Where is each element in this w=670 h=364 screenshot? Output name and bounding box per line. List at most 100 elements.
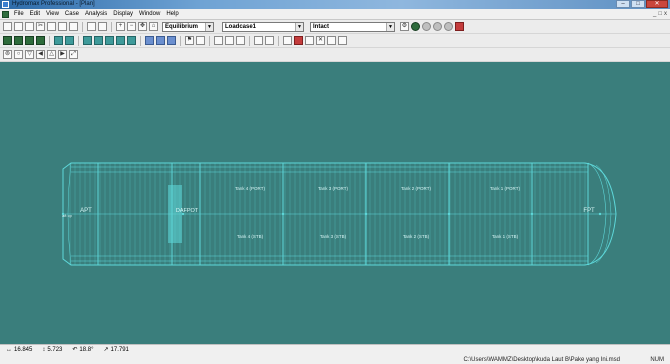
analysis-type-select[interactable]: Equilibrium ▼ (162, 21, 214, 32)
chevron-down-icon: ▼ (295, 22, 303, 31)
compartment-label: DAFPOT (176, 208, 199, 214)
rotate-icon: ↶ (72, 347, 78, 353)
limiting-kg-icon[interactable] (116, 36, 125, 45)
document-icon[interactable] (2, 11, 9, 18)
table-icon[interactable] (98, 22, 107, 31)
mdi-close-button[interactable]: x (664, 10, 667, 19)
save-icon[interactable] (25, 22, 34, 31)
highlighted-compartment (168, 185, 182, 243)
menu-edit[interactable]: Edit (27, 9, 43, 20)
tank-icon[interactable] (455, 22, 464, 31)
tank-stbd-label: Tank 2 (STB) (403, 234, 430, 239)
tank-stbd-label: Tank 3 (STB) (320, 234, 347, 239)
longitudinal-strength-icon[interactable] (156, 36, 165, 45)
criteria-window-icon[interactable] (36, 36, 45, 45)
left-arrow-icon[interactable]: ◀ (36, 50, 45, 59)
menu-help[interactable]: Help (163, 9, 181, 20)
copy-icon[interactable] (47, 22, 56, 31)
menu-display[interactable]: Display (110, 9, 136, 20)
perspective-view-icon[interactable] (254, 36, 263, 45)
menu-bar: File Edit View Case Analysis Display Win… (0, 9, 670, 20)
hydrostatics-icon[interactable] (54, 36, 63, 45)
paste-icon[interactable] (58, 22, 67, 31)
coord-x-value: 16.845 (14, 347, 33, 353)
maximize-button[interactable]: □ (631, 0, 645, 8)
flag-icon[interactable]: ⚑ (185, 36, 194, 45)
equilibrium-icon[interactable] (94, 36, 103, 45)
toolbar-standard: ✂ + − ✥ ⌂ Equilibrium ▼ Loadcase1 ▼ Inta… (0, 20, 670, 34)
mdi-controls: _ □ x (653, 10, 667, 19)
home-view-icon[interactable]: ⌂ (149, 22, 158, 31)
cross-curves-icon[interactable] (65, 36, 74, 45)
aft-marker-label: aft cp (62, 213, 73, 218)
print-icon[interactable] (69, 22, 78, 31)
menu-view[interactable]: View (43, 9, 62, 20)
report-icon[interactable] (196, 36, 205, 45)
floodable-length-icon[interactable] (127, 36, 136, 45)
toolbar-separator (209, 35, 210, 46)
open-folder-icon[interactable] (14, 22, 23, 31)
kn-values-icon[interactable] (105, 36, 114, 45)
settings-icon[interactable]: ⚙ (400, 22, 409, 31)
measure-tool-icon[interactable]: ⤢ (69, 50, 78, 59)
reset-analysis-icon[interactable] (444, 22, 453, 31)
pause-analysis-icon[interactable] (422, 22, 431, 31)
plan-view-icon[interactable] (214, 36, 223, 45)
select-tool-icon[interactable]: ⊚ (3, 50, 12, 59)
grid-icon[interactable] (87, 22, 96, 31)
cut-icon[interactable]: ✂ (36, 22, 45, 31)
circle-tool-icon[interactable]: ○ (14, 50, 23, 59)
probabilistic-damage-icon[interactable] (167, 36, 176, 45)
menu-window[interactable]: Window (136, 9, 163, 20)
mdi-minimize-button[interactable]: _ (653, 10, 656, 19)
zoom-in-icon[interactable]: + (116, 22, 125, 31)
damage-case-select[interactable]: Intact ▼ (310, 21, 395, 32)
toolbar-separator (111, 21, 112, 32)
window-list-icon[interactable] (338, 36, 347, 45)
plan-view-canvas[interactable]: APT FPT aft cp DAFPOT Tank 4 (PORT) Tank 4 (S… (0, 62, 670, 344)
zoom-out-icon[interactable]: − (127, 22, 136, 31)
close-button[interactable]: ✕ (646, 0, 668, 8)
tank-port-label: Tank 2 (PORT) (401, 186, 431, 191)
minimize-button[interactable]: – (616, 0, 630, 8)
large-angle-icon[interactable] (83, 36, 92, 45)
loadcase-select[interactable]: Loadcase1 ▼ (222, 21, 304, 32)
close-view-icon[interactable]: ✕ (316, 36, 325, 45)
tank-stbd-label: Tank 1 (STB) (492, 234, 519, 239)
graph-window-icon[interactable] (25, 36, 34, 45)
window-controls: – □ ✕ (616, 0, 668, 9)
mdi-restore-button[interactable]: □ (658, 10, 662, 19)
toolbar-separator (49, 35, 50, 46)
analysis-type-value: Equilibrium (165, 23, 198, 30)
results-window-icon[interactable] (14, 36, 23, 45)
file-path: C:\Users\WAMMZ\Desktop\kuda Laut B\Pake … (463, 357, 620, 363)
profile-view-icon[interactable] (225, 36, 234, 45)
stop-analysis-icon[interactable] (433, 22, 442, 31)
sections-icon[interactable] (283, 36, 292, 45)
tank-port-label: Tank 4 (PORT) (235, 186, 265, 191)
loadcase-value: Loadcase1 (225, 23, 257, 30)
triangle-tool-icon[interactable]: △ (47, 50, 56, 59)
menu-case[interactable]: Case (62, 9, 82, 20)
render-view-icon[interactable] (265, 36, 274, 45)
body-plan-icon[interactable] (236, 36, 245, 45)
start-analysis-icon[interactable] (411, 22, 420, 31)
tank-calibrations-icon[interactable] (145, 36, 154, 45)
filter-tool-icon[interactable]: ▽ (25, 50, 34, 59)
toolbar-separator (180, 35, 181, 46)
input-window-icon[interactable] (3, 36, 12, 45)
menu-file[interactable]: File (11, 9, 27, 20)
tank-list-icon[interactable] (327, 36, 336, 45)
toolbar-draw: ⊚ ○ ▽ ◀ △ ▶ ⤢ (0, 48, 670, 62)
horizontal-arrows-icon: ↔ (6, 347, 12, 353)
menu-analysis[interactable]: Analysis (82, 9, 110, 20)
title-bar: Hydromax Professional - [Plan] – □ ✕ (0, 0, 670, 9)
compartments-icon[interactable] (294, 36, 303, 45)
coord-y-readout: ↕ 5.723 (42, 346, 62, 354)
centerline-point (598, 212, 602, 216)
centerline-point (364, 212, 368, 216)
frame-icon[interactable] (305, 36, 314, 45)
right-arrow-icon[interactable]: ▶ (58, 50, 67, 59)
new-file-icon[interactable] (3, 22, 12, 31)
pan-icon[interactable]: ✥ (138, 22, 147, 31)
